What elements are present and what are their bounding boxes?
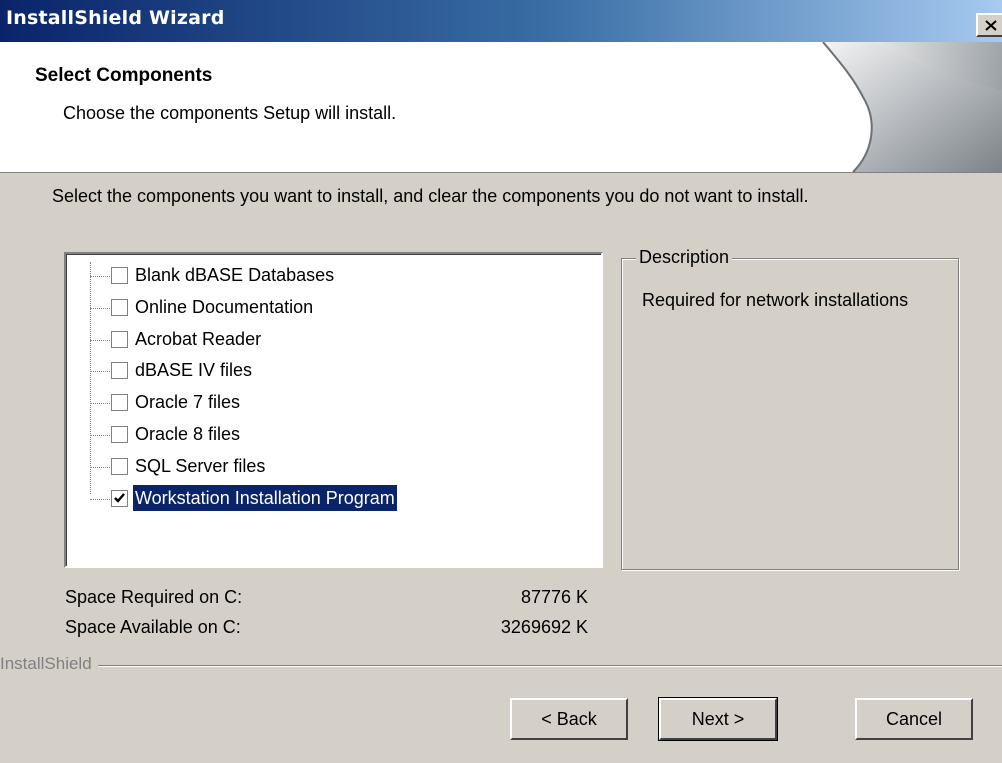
tree-item-label[interactable]: Acrobat Reader bbox=[133, 326, 263, 352]
space-required-label: Space Required on C: bbox=[65, 587, 243, 607]
checkbox[interactable] bbox=[111, 458, 128, 475]
installshield-wizard-window: InstallShield Wizard Select Components C… bbox=[0, 0, 1002, 763]
tree-item-label[interactable]: Online Documentation bbox=[133, 294, 315, 320]
checkbox-checked[interactable] bbox=[111, 490, 128, 507]
page-title: Select Components bbox=[35, 65, 213, 86]
title-bar[interactable]: InstallShield Wizard bbox=[0, 0, 1002, 42]
tree-item-label-selected[interactable]: Workstation Installation Program bbox=[133, 485, 397, 511]
checkbox[interactable] bbox=[111, 331, 128, 348]
tree-item-label[interactable]: SQL Server files bbox=[133, 453, 267, 479]
description-text: Required for network installations bbox=[642, 290, 909, 310]
page-curl-graphic bbox=[822, 42, 1002, 172]
page-subtitle: Choose the components Setup will install… bbox=[63, 103, 397, 123]
checkbox[interactable] bbox=[111, 426, 128, 443]
checkmark-icon bbox=[114, 493, 125, 503]
divider bbox=[0, 665, 1002, 666]
space-available-label: Space Available on C: bbox=[65, 617, 241, 637]
tree-item-label[interactable]: Oracle 8 files bbox=[133, 421, 242, 447]
header-banner: Select Components Choose the components … bbox=[0, 42, 1002, 173]
next-button[interactable]: Next > bbox=[658, 697, 778, 741]
cancel-button[interactable]: Cancel bbox=[855, 698, 973, 740]
close-icon bbox=[985, 20, 997, 31]
checkbox[interactable] bbox=[111, 267, 128, 284]
space-available-value: 3269692 K bbox=[500, 617, 588, 637]
tree-item-label[interactable]: Oracle 7 files bbox=[133, 389, 242, 415]
back-button[interactable]: < Back bbox=[510, 698, 628, 740]
window-title: InstallShield Wizard bbox=[6, 7, 225, 29]
components-tree[interactable]: Blank dBASE Databases Online Documentati… bbox=[64, 252, 603, 568]
tree-item-label[interactable]: dBASE IV files bbox=[133, 357, 254, 383]
space-required-value: 87776 K bbox=[520, 587, 588, 607]
tree-item-label[interactable]: Blank dBASE Databases bbox=[133, 262, 336, 288]
checkbox[interactable] bbox=[111, 394, 128, 411]
installshield-brand-label: InstallShield bbox=[0, 654, 98, 674]
description-legend: Description bbox=[636, 247, 733, 268]
close-button[interactable] bbox=[976, 13, 1002, 37]
description-groupbox: Description Required for network install… bbox=[621, 247, 959, 570]
tree-connector bbox=[90, 262, 91, 494]
instruction-text: Select the components you want to instal… bbox=[52, 186, 809, 206]
checkbox[interactable] bbox=[111, 299, 128, 316]
checkbox[interactable] bbox=[111, 362, 128, 379]
